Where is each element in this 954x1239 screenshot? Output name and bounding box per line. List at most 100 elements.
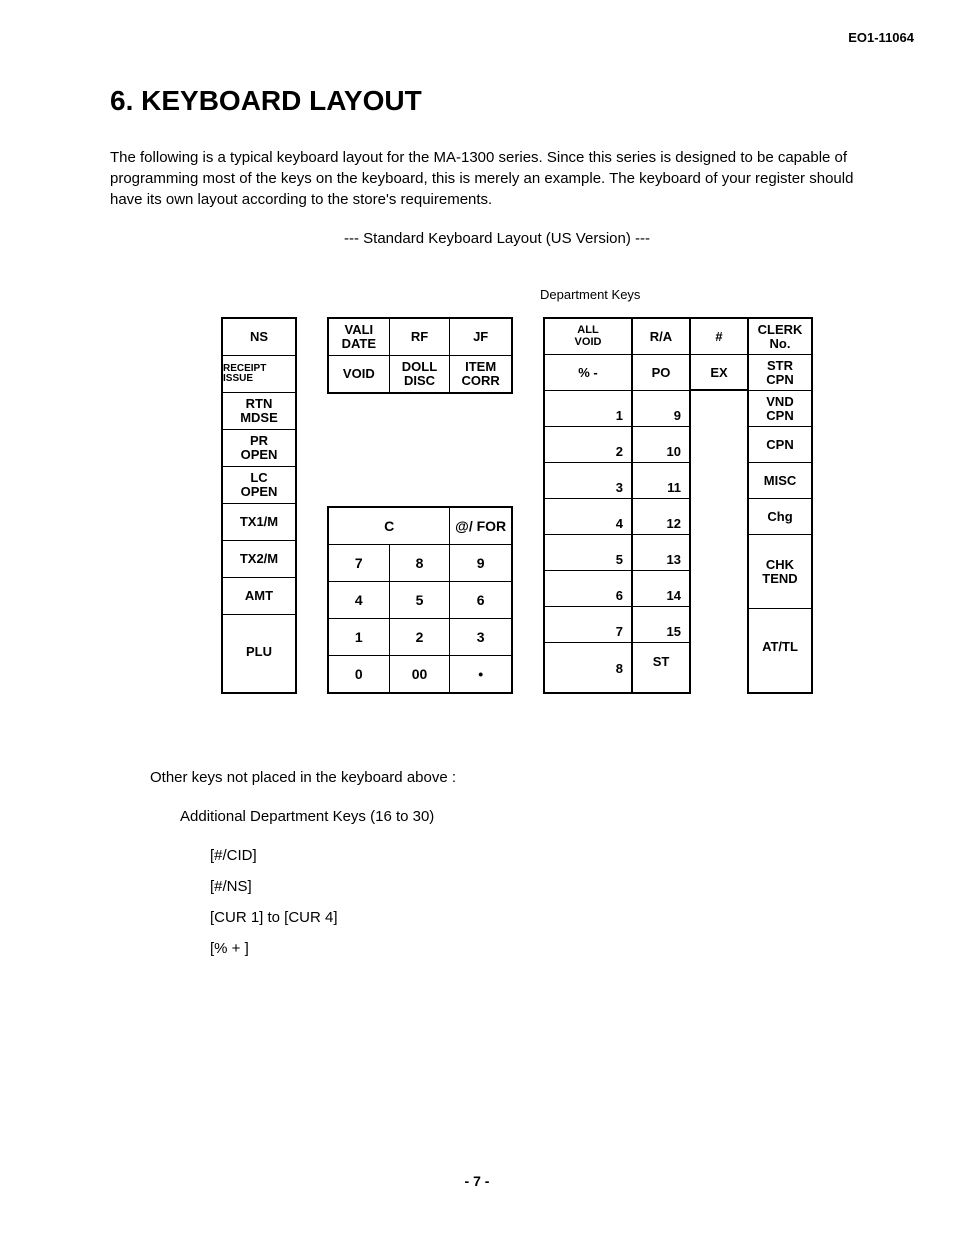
dept-key-12: 12 <box>633 499 689 535</box>
page-number: - 7 - <box>0 1173 954 1189</box>
key-0: 0 <box>329 656 390 692</box>
dept-key-5: 5 <box>545 535 631 571</box>
key-6: 6 <box>450 582 511 619</box>
key-st: ST <box>633 643 689 679</box>
key-lc-open: LCOPEN <box>223 467 295 504</box>
key-chk-tend: CHKTEND <box>749 535 811 609</box>
key-line: CPN <box>766 373 793 387</box>
other-key-item: [#/NS] <box>210 873 884 900</box>
key-jf: JF <box>450 319 511 356</box>
right-function-column: CLERKNo. STRCPN VNDCPN CPN MISC Chg CHKT… <box>747 317 813 694</box>
key-2: 2 <box>390 619 451 656</box>
key-pr-open: PROPEN <box>223 430 295 467</box>
key-tx2m: TX2/M <box>223 541 295 578</box>
key-receipt-issue: RECEIPT ISSUE <box>223 356 295 393</box>
dept-key-15: 15 <box>633 607 689 643</box>
top-function-block: VALIDATE RF JF VOID DOLLDISC ITEMCORR <box>327 317 513 394</box>
key-line: PR <box>250 434 268 448</box>
key-amt: AMT <box>223 578 295 615</box>
dept-key-14: 14 <box>633 571 689 607</box>
key-line: OPEN <box>241 448 278 462</box>
key-line: LC <box>250 471 267 485</box>
key-line: RTN <box>246 397 273 411</box>
key-po: PO <box>633 355 689 391</box>
key-line: CHK <box>766 558 794 572</box>
key-ex: EX <box>691 355 747 391</box>
department-keys-label: Department Keys <box>540 287 640 302</box>
dept-key-6: 6 <box>545 571 631 607</box>
key-9: 9 <box>450 545 511 582</box>
center-column: VALIDATE RF JF VOID DOLLDISC ITEMCORR C … <box>327 317 513 694</box>
page-title: 6. KEYBOARD LAYOUT <box>110 85 884 117</box>
key-line: CPN <box>766 409 793 423</box>
key-doll-disc: DOLLDISC <box>390 356 451 392</box>
key-str-cpn: STRCPN <box>749 355 811 391</box>
key-00: 00 <box>390 656 451 692</box>
key-line: VOID <box>575 337 602 349</box>
key-ns: NS <box>223 319 295 356</box>
dept-key-3: 3 <box>545 463 631 499</box>
key-all-void: ALLVOID <box>545 319 631 355</box>
key-line: CORR <box>462 374 500 388</box>
left-function-column: NS RECEIPT ISSUE RTNMDSE PROPEN LCOPEN T… <box>221 317 297 694</box>
dept-key-1: 1 <box>545 391 631 427</box>
key-4: 4 <box>329 582 390 619</box>
dept-mid-column-1: R/A PO 9 10 11 12 13 14 15 ST <box>631 317 689 694</box>
dept-wide-column: ALLVOID % - 1 2 3 4 5 6 7 8 <box>543 317 631 694</box>
key-line: CLERK <box>758 323 803 337</box>
other-keys-section: Other keys not placed in the keyboard ab… <box>150 764 884 962</box>
key-line: STR <box>767 359 793 373</box>
key-hash: # <box>691 319 747 355</box>
key-chg: Chg <box>749 499 811 535</box>
key-line: VALI <box>345 323 374 337</box>
dept-key-7: 7 <box>545 607 631 643</box>
key-tx1m: TX1/M <box>223 504 295 541</box>
key-void: VOID <box>329 356 390 392</box>
key-vnd-cpn: VNDCPN <box>749 391 811 427</box>
key-percent-minus: % - <box>545 355 631 391</box>
key-line: ALL <box>577 325 598 337</box>
intro-paragraph: The following is a typical keyboard layo… <box>110 147 884 210</box>
key-5: 5 <box>390 582 451 619</box>
key-line: DISC <box>404 374 435 388</box>
key-line: DATE <box>342 337 376 351</box>
key-item-corr: ITEMCORR <box>450 356 511 392</box>
other-key-item: [% + ] <box>210 935 884 962</box>
dept-key-8: 8 <box>545 643 631 679</box>
dept-mid-column-0: # EX <box>689 317 747 694</box>
dept-key-11: 11 <box>633 463 689 499</box>
dept-key-13: 13 <box>633 535 689 571</box>
dept-key-4: 4 <box>545 499 631 535</box>
other-keys-line1: Additional Department Keys (16 to 30) <box>180 803 884 830</box>
key-7: 7 <box>329 545 390 582</box>
dept-key-10: 10 <box>633 427 689 463</box>
key-line: DOLL <box>402 360 437 374</box>
key-1: 1 <box>329 619 390 656</box>
key-line: MDSE <box>240 411 278 425</box>
right-column-group: ALLVOID % - 1 2 3 4 5 6 7 8 R/A PO 9 10 … <box>543 317 813 694</box>
key-dot: • <box>450 656 511 692</box>
key-vali-date: VALIDATE <box>329 319 390 356</box>
layout-caption: --- Standard Keyboard Layout (US Version… <box>110 230 884 247</box>
key-at-tl: AT/TL <box>749 609 811 683</box>
key-line: OPEN <box>241 485 278 499</box>
dept-key-2: 2 <box>545 427 631 463</box>
key-line: TEND <box>762 572 797 586</box>
key-3: 3 <box>450 619 511 656</box>
key-line: No. <box>770 337 791 351</box>
key-c: C <box>329 508 450 545</box>
key-ra: R/A <box>633 319 689 355</box>
key-rf: RF <box>390 319 451 356</box>
dept-key-9: 9 <box>633 391 689 427</box>
keyboard-layout: Department Keys NS RECEIPT ISSUE RTNMDSE… <box>150 317 884 694</box>
key-rtn-mdse: RTNMDSE <box>223 393 295 430</box>
key-at-for: @/ FOR <box>450 508 511 545</box>
key-8: 8 <box>390 545 451 582</box>
other-keys-title: Other keys not placed in the keyboard ab… <box>150 764 884 791</box>
numeric-keypad: C @/ FOR 7 8 9 4 5 6 1 2 3 <box>327 506 513 694</box>
other-key-item: [CUR 1] to [CUR 4] <box>210 904 884 931</box>
doc-id: EO1-11064 <box>110 30 914 45</box>
key-line: VND <box>766 395 793 409</box>
other-key-item: [#/CID] <box>210 842 884 869</box>
key-misc: MISC <box>749 463 811 499</box>
